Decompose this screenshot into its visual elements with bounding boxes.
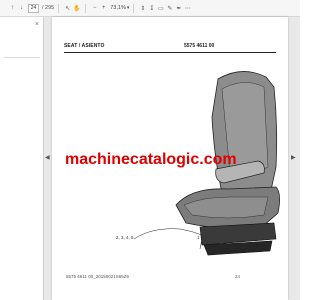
comment-icon[interactable]: ▭ xyxy=(156,4,165,13)
more-icon[interactable]: ⋯ xyxy=(183,4,192,13)
cursor-icon[interactable]: ↖ xyxy=(63,4,72,13)
callout-label: 1 xyxy=(197,235,200,240)
chevron-down-icon: ▾ xyxy=(126,5,130,11)
hand-icon[interactable]: ✋ xyxy=(72,4,81,13)
fit-page-icon[interactable]: ⇕ xyxy=(138,4,147,13)
watermark-text: machinecatalogic.com xyxy=(65,151,237,168)
expand-right-icon[interactable]: ▶ xyxy=(291,154,296,161)
footer-code: 5575 4611 00_20150021S65Z6 xyxy=(66,274,129,279)
arrow-up-icon[interactable]: ↑ xyxy=(8,4,17,13)
pen-icon[interactable]: ✎ xyxy=(165,4,174,13)
toolbar-divider xyxy=(58,3,60,13)
download-icon[interactable]: ↧ xyxy=(147,4,156,13)
minus-icon[interactable]: − xyxy=(90,4,99,13)
callout-label: 2, 3, 4, 5 xyxy=(116,235,134,240)
plus-icon[interactable]: + xyxy=(99,4,108,13)
zoom-select[interactable]: 73,1% ▾ xyxy=(110,5,129,11)
collapse-sidebar-icon[interactable]: ◀ xyxy=(45,154,50,161)
footer-page-number: 24 xyxy=(235,274,241,279)
page-number-input[interactable]: 24 xyxy=(28,3,39,13)
toolbar: ↑ ↓ 24 / 295 ↖ ✋ − + 73,1% ▾ ⇕ ↧ ▭ ✎ ✒ ⋯ xyxy=(0,0,300,17)
pdf-viewer: ↑ ↓ 24 / 295 ↖ ✋ − + 73,1% ▾ ⇕ ↧ ▭ ✎ ✒ ⋯ … xyxy=(0,0,300,300)
arrow-down-icon[interactable]: ↓ xyxy=(17,4,26,13)
zoom-value: 73,1% xyxy=(110,5,126,11)
total-pages: / 295 xyxy=(42,5,55,11)
toolbar-divider xyxy=(85,3,87,13)
document-page: SEAT / ASIENTO 5575 4611 00 2, 3, 4, 5 1… xyxy=(52,17,288,300)
toolbar-divider xyxy=(133,3,135,13)
sidebar-divider xyxy=(4,57,40,58)
sign-icon[interactable]: ✒ xyxy=(174,4,183,13)
sidebar-panel: × xyxy=(0,17,44,300)
close-icon[interactable]: × xyxy=(35,21,39,28)
